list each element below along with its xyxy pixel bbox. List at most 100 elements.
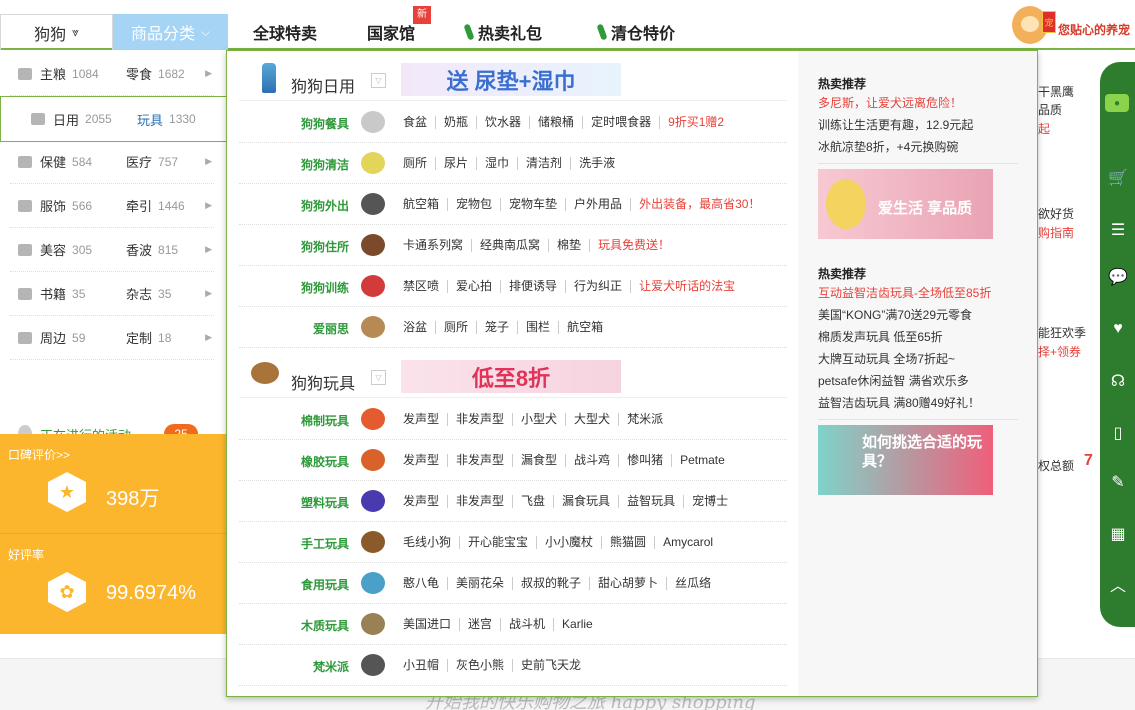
hot-link[interactable]: petsafe休闲益智 满省欢乐多 [818, 372, 969, 389]
message-icon[interactable]: 💬 [1108, 267, 1128, 287]
sidebar-category-row[interactable]: 周边 59 定制 18 ▶ [10, 316, 214, 360]
category-name[interactable]: 书籍 [40, 284, 66, 303]
subcategory-title[interactable]: 橡胶玩具 [239, 453, 349, 470]
hot-link[interactable]: 训练让生活更有趣，12.9元起 [818, 116, 973, 133]
item-link[interactable]: 非发声型 [447, 413, 512, 426]
item-link[interactable]: 棉垫 [548, 239, 589, 252]
sidebar-category-row[interactable]: 日用 2055 玩具 1330 [0, 96, 226, 142]
subcategory-title[interactable]: 手工玩具 [239, 535, 349, 552]
item-link[interactable]: 发声型 [399, 495, 447, 508]
subcategory-title[interactable]: 棉制玩具 [239, 412, 349, 429]
nav-hot-packs[interactable]: 热卖礼包 [463, 20, 542, 44]
category-name[interactable]: 香波 [126, 240, 152, 259]
promo-link[interactable]: 9折买1赠2 [659, 116, 724, 129]
category-name[interactable]: 服饰 [40, 196, 66, 215]
item-link[interactable]: 爱心拍 [447, 280, 500, 293]
item-link[interactable]: 航空箱 [558, 321, 611, 334]
nav-clearance[interactable]: 清仓特价 [596, 20, 675, 44]
category-name[interactable]: 医疗 [126, 152, 152, 171]
item-link[interactable]: 洗手液 [570, 157, 623, 170]
item-link[interactable]: 小丑帽 [399, 659, 447, 672]
sidebar-category-row[interactable]: 书籍 35 杂志 35 ▶ [10, 272, 214, 316]
nav-global-sale[interactable]: 全球特卖 [253, 20, 317, 44]
subcategory[interactable]: 医疗 757 [126, 152, 178, 171]
nav-country-hall[interactable]: 国家馆 [367, 20, 415, 44]
item-link[interactable]: 禁区喷 [399, 280, 447, 293]
category-name[interactable]: 保健 [40, 152, 66, 171]
subcategory-title[interactable]: 狗狗餐具 [239, 115, 349, 132]
subcategory[interactable]: 玩具 1330 [137, 110, 196, 129]
item-link[interactable]: 甜心胡萝卜 [589, 577, 666, 590]
item-link[interactable]: 开心能宝宝 [459, 536, 536, 549]
qrcode-icon[interactable]: ▦ [1108, 524, 1128, 544]
list-icon[interactable]: ☰ [1108, 220, 1128, 240]
pet-type-select[interactable]: 狗狗 ⩔ [0, 14, 113, 50]
item-link[interactable]: 叔叔的靴子 [512, 577, 589, 590]
category-name[interactable]: 周边 [40, 328, 66, 347]
item-link[interactable]: 憨八龟 [399, 577, 447, 590]
item-link[interactable]: Petmate [671, 454, 733, 467]
item-link[interactable]: 尿片 [435, 157, 476, 170]
item-link[interactable]: 熊猫圆 [601, 536, 654, 549]
item-link[interactable]: 宠物车垫 [500, 198, 565, 211]
hot-link[interactable]: 冰航凉垫8折，+4元换购碗 [818, 138, 958, 155]
item-link[interactable]: 非发声型 [447, 454, 512, 467]
category-name[interactable]: 日用 [53, 110, 79, 129]
item-link[interactable]: 发声型 [399, 413, 447, 426]
item-link[interactable]: 浴盆 [399, 321, 435, 334]
subcategory[interactable]: 零食 1682 [126, 64, 185, 83]
item-link[interactable]: 小型犬 [512, 413, 565, 426]
hot-link[interactable]: 棉质发声玩具 低至65折 [818, 328, 943, 345]
category-name[interactable]: 主粮 [40, 64, 66, 83]
hot-link[interactable]: 美国“KONG”满70送29元零食 [818, 306, 972, 323]
mascot-banner[interactable]: 宠 您贴心的养宠 [1012, 6, 1135, 44]
item-link[interactable]: 宠物包 [447, 198, 500, 211]
subcategory-title[interactable]: 爱丽思 [239, 320, 349, 337]
item-link[interactable]: 漏食玩具 [553, 495, 618, 508]
item-link[interactable]: 奶瓶 [435, 116, 476, 129]
category-name[interactable]: 零食 [126, 64, 152, 83]
subcategory-title[interactable]: 狗狗清洁 [239, 156, 349, 173]
item-link[interactable]: 饮水器 [476, 116, 529, 129]
subcategory[interactable]: 香波 815 [126, 240, 178, 259]
item-link[interactable]: 排便诱导 [500, 280, 565, 293]
item-link[interactable]: 惨叫猪 [618, 454, 671, 467]
category-name[interactable]: 玩具 [137, 110, 163, 129]
item-link[interactable]: 发声型 [399, 454, 447, 467]
item-link[interactable]: 户外用品 [565, 198, 630, 211]
back-to-top-icon[interactable]: ︿ [1108, 574, 1128, 595]
phone-icon[interactable]: ▯ [1108, 423, 1128, 443]
sidebar-category-row[interactable]: 服饰 566 牵引 1446 ▶ [10, 184, 214, 228]
item-link[interactable]: 湿巾 [476, 157, 517, 170]
item-link[interactable]: 定时喂食器 [582, 116, 659, 129]
item-link[interactable]: 丝瓜络 [666, 577, 719, 590]
category-name[interactable]: 美容 [40, 240, 66, 259]
item-link[interactable]: 战斗机 [500, 618, 553, 631]
hot-link[interactable]: 大牌互动玩具 全场7折起~ [818, 350, 955, 367]
subcategory-title[interactable]: 木质玩具 [239, 617, 349, 634]
item-link[interactable]: 宠博士 [683, 495, 736, 508]
subcategory-title[interactable]: 食用玩具 [239, 576, 349, 593]
category-name[interactable]: 杂志 [126, 284, 152, 303]
item-link[interactable]: 厕所 [399, 157, 435, 170]
item-link[interactable]: 行为纠正 [565, 280, 630, 293]
item-link[interactable]: Amycarol [654, 536, 721, 549]
item-link[interactable]: 大型犬 [565, 413, 618, 426]
item-link[interactable]: 储粮桶 [529, 116, 582, 129]
sidebar-category-row[interactable]: 保健 584 医疗 757 ▶ [10, 140, 214, 184]
item-link[interactable]: 航空箱 [399, 198, 447, 211]
review-score-panel[interactable]: 口碑评价>> ★ 398万 [0, 434, 226, 534]
category-name[interactable]: 牵引 [126, 196, 152, 215]
hot-link[interactable]: 多尼斯，让爱犬远离危险！ [818, 94, 962, 111]
promo-link[interactable]: 外出装备，最高省30！ [630, 198, 760, 211]
item-link[interactable]: 美丽花朵 [447, 577, 512, 590]
item-link[interactable]: Karlie [553, 618, 601, 631]
item-link[interactable]: 经典南瓜窝 [471, 239, 548, 252]
section-header-toys[interactable]: 狗狗玩具 ▽ 低至8折 [239, 348, 787, 398]
item-link[interactable]: 益智玩具 [618, 495, 683, 508]
item-link[interactable]: 笼子 [476, 321, 517, 334]
item-link[interactable]: 卡通系列窝 [399, 239, 471, 252]
subcategory[interactable]: 杂志 35 [126, 284, 171, 303]
item-link[interactable]: 漏食型 [512, 454, 565, 467]
promo-link[interactable]: 让爱犬听话的法宝 [630, 280, 735, 293]
